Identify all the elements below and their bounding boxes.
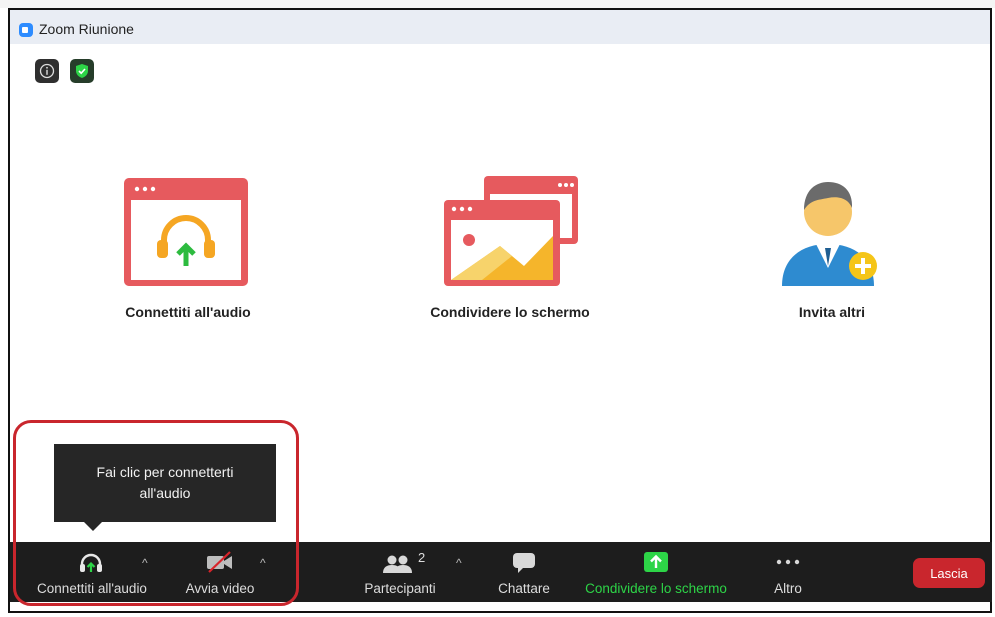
join-audio-action[interactable]: Connettiti all'audio: [58, 168, 318, 328]
start-video-label: Avvia video: [185, 581, 255, 596]
leave-label: Lascia: [930, 565, 968, 581]
tooltip-text: Fai clic per connetterti all'audio: [96, 464, 234, 501]
chat-button[interactable]: Chattare: [482, 542, 566, 602]
participants-count: 2: [418, 550, 426, 565]
more-button[interactable]: Altro: [758, 542, 818, 602]
join-audio-tooltip: Fai clic per connetterti all'audio: [54, 444, 276, 531]
more-label: Altro: [774, 581, 802, 596]
participants-label: Partecipanti: [364, 581, 436, 596]
audio-options-caret[interactable]: ^: [142, 556, 148, 570]
start-video-button[interactable]: Avvia video: [170, 542, 270, 602]
participants-button[interactable]: 2 Partecipanti: [350, 542, 450, 602]
join-audio-label: Connettiti all'audio: [125, 304, 251, 320]
invite-action[interactable]: Invita altri: [702, 168, 962, 328]
chat-icon: [513, 553, 535, 573]
share-screen-icon: [644, 552, 668, 572]
video-off-icon: [207, 551, 232, 573]
chat-label: Chattare: [498, 581, 550, 596]
share-screen-button-label: Condividere lo schermo: [585, 581, 727, 596]
more-icon: [776, 559, 800, 565]
meeting-info-button[interactable]: [35, 59, 59, 83]
invite-person-icon: [782, 182, 877, 286]
window-title: Zoom Riunione: [39, 21, 134, 37]
headphones-audio-icon: [124, 178, 248, 286]
zoom-camera-icon: [19, 23, 33, 37]
join-audio-button-label: Connettiti all'audio: [37, 581, 147, 596]
share-screen-windows-icon: [444, 176, 578, 286]
encryption-status-button[interactable]: [70, 59, 94, 83]
menu-bar-remnant: [0, 0, 995, 8]
video-options-caret[interactable]: ^: [260, 556, 266, 570]
share-screen-label: Condividere lo schermo: [430, 304, 590, 320]
meeting-toolbar: Connettiti all'audio ^ Avvia video ^ 2 P…: [10, 542, 992, 602]
invite-label: Invita altri: [798, 304, 866, 320]
headphones-icon: [80, 553, 102, 572]
zoom-meeting-window: Zoom Riunione Connettiti all'audio Condi…: [8, 8, 992, 613]
participants-icon: [383, 555, 412, 573]
share-screen-button[interactable]: Condividere lo schermo: [576, 542, 736, 602]
leave-meeting-button[interactable]: Lascia: [913, 558, 985, 588]
title-bar: Zoom Riunione: [10, 10, 990, 44]
share-screen-action[interactable]: Condividere lo schermo: [380, 168, 640, 328]
info-icon: [39, 63, 55, 79]
participants-options-caret[interactable]: ^: [456, 556, 462, 570]
join-audio-button[interactable]: Connettiti all'audio: [22, 542, 162, 602]
shield-check-icon: [76, 64, 88, 78]
